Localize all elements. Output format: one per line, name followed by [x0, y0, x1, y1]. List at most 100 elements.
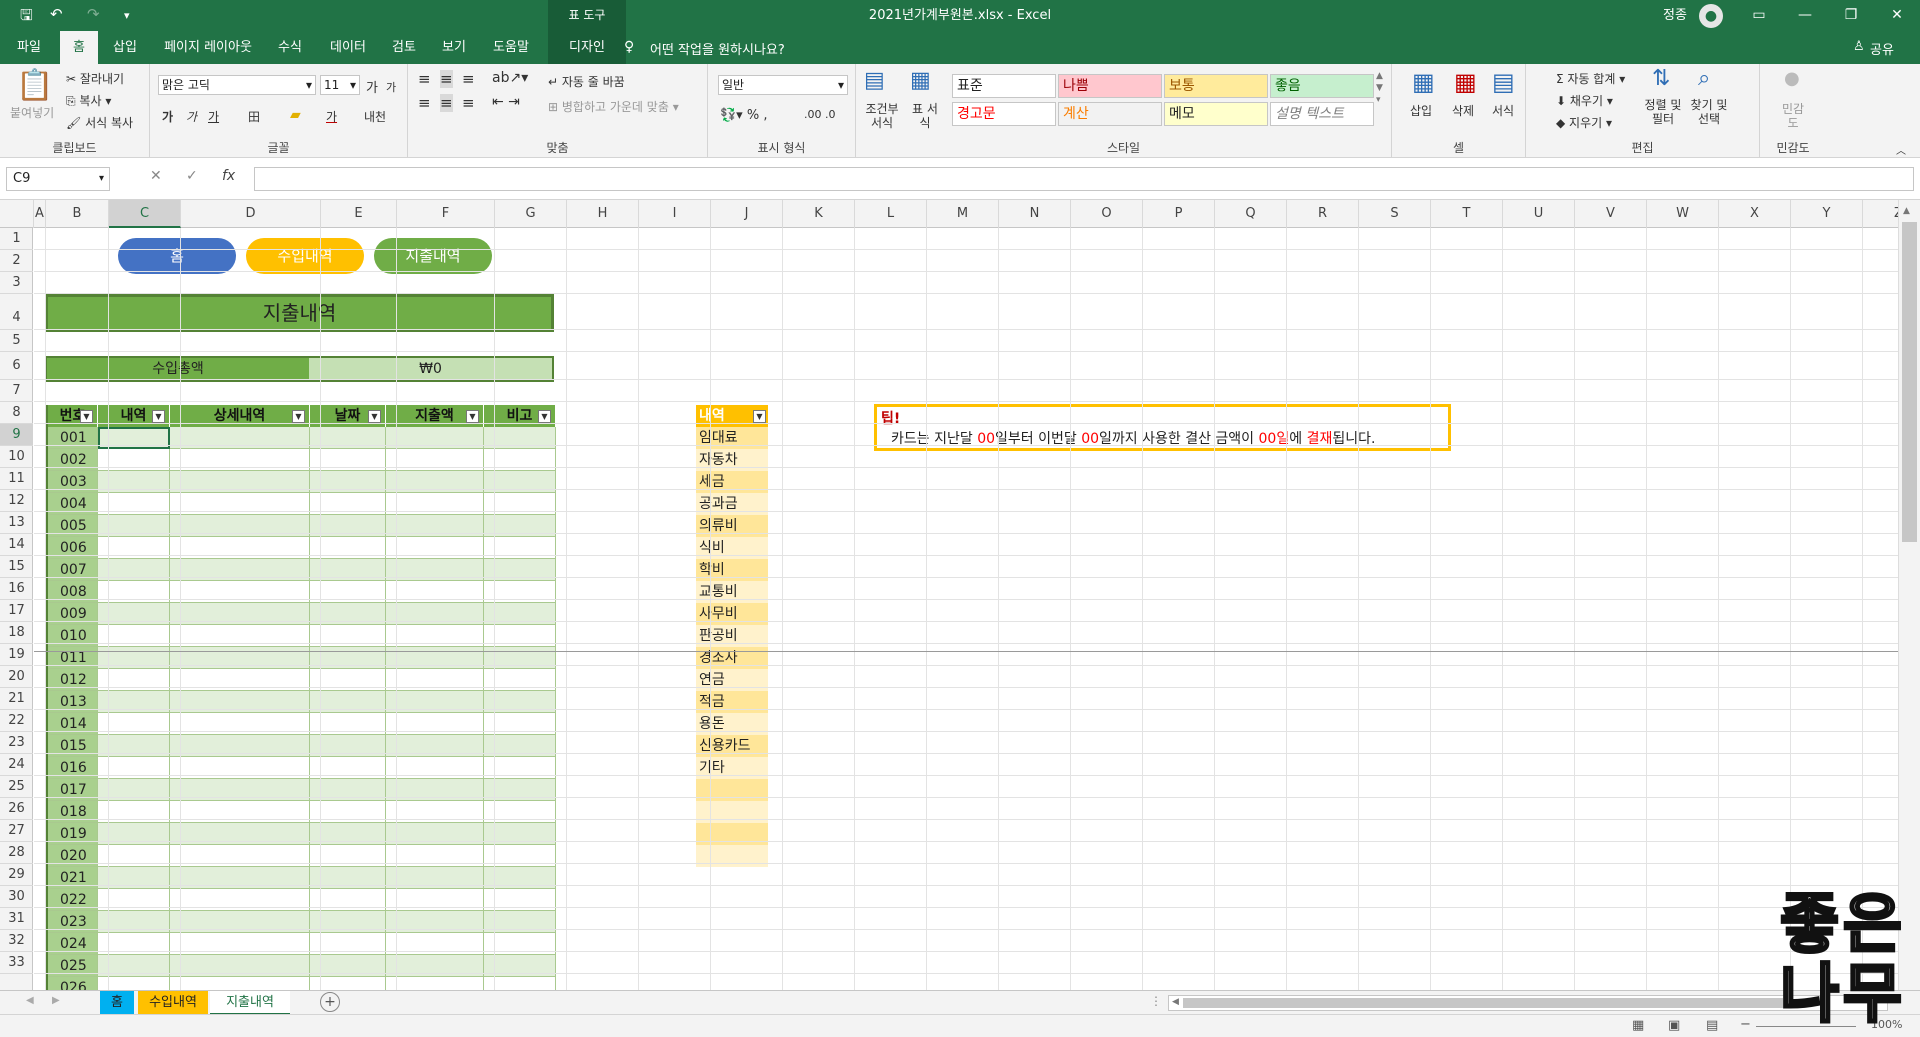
- row-header[interactable]: 8: [0, 402, 33, 424]
- align-right-icon[interactable]: ≡: [462, 94, 475, 112]
- row-header[interactable]: 7: [0, 380, 33, 402]
- row-header[interactable]: 21: [0, 688, 33, 710]
- filter-dropdown-icon[interactable]: ▼: [368, 410, 381, 423]
- row-header[interactable]: 12: [0, 490, 33, 512]
- row-header[interactable]: 23: [0, 732, 33, 754]
- fill-color-icon[interactable]: ▰: [290, 107, 301, 123]
- row-header[interactable]: 3: [0, 272, 33, 294]
- column-header[interactable]: V: [1575, 200, 1647, 228]
- split-handle-icon[interactable]: ⋮: [1150, 994, 1162, 1008]
- gallery-scroll-icon[interactable]: ▲ ▼ ▾: [1376, 70, 1383, 106]
- row-header[interactable]: 5: [0, 330, 33, 352]
- paste-icon[interactable]: 📋: [16, 68, 53, 103]
- italic-button[interactable]: 가: [186, 108, 197, 125]
- tab-view[interactable]: 보기: [434, 31, 474, 64]
- row-header[interactable]: 26: [0, 798, 33, 820]
- row-header[interactable]: 1: [0, 228, 33, 250]
- table-cell[interactable]: [386, 977, 484, 990]
- tab-insert[interactable]: 삽입: [104, 31, 146, 64]
- currency-icon[interactable]: 💱▾ % ,: [720, 108, 767, 123]
- insert-function-icon[interactable]: fx: [222, 168, 235, 184]
- table-cell[interactable]: [170, 977, 310, 990]
- scroll-up-icon[interactable]: ▲: [1903, 206, 1910, 216]
- row-header[interactable]: 16: [0, 578, 33, 600]
- column-header[interactable]: D: [181, 200, 321, 228]
- sort-filter-button[interactable]: 정렬 및 필터: [1642, 98, 1684, 126]
- row-header[interactable]: 15: [0, 556, 33, 578]
- column-header[interactable]: S: [1359, 200, 1431, 228]
- copy-button[interactable]: ⎘ 복사 ▾: [66, 92, 111, 109]
- cell-area[interactable]: 홈 수입내역 지출내역 지출내역 수입총액 ₩0 번호 ▼ 내역 ▼ 상세내역 ▼ 날짜 ▼ 지…: [34, 228, 1898, 990]
- collapse-ribbon-icon[interactable]: ︿: [1896, 142, 1906, 157]
- column-header[interactable]: F: [397, 200, 495, 228]
- row-header[interactable]: 28: [0, 842, 33, 864]
- close-icon[interactable]: ✕: [1874, 0, 1920, 31]
- row-header[interactable]: 13: [0, 512, 33, 534]
- bold-button[interactable]: 가: [162, 108, 173, 125]
- column-header[interactable]: N: [999, 200, 1071, 228]
- decimal-icon[interactable]: .00 .0: [804, 108, 836, 121]
- conditional-format-button[interactable]: 조건부 서식: [864, 102, 900, 130]
- save-icon[interactable]: 🖫: [20, 5, 33, 30]
- column-header[interactable]: O: [1071, 200, 1143, 228]
- column-header[interactable]: Z: [1863, 200, 1898, 228]
- column-header[interactable]: R: [1287, 200, 1359, 228]
- row-header[interactable]: 17: [0, 600, 33, 622]
- home-nav-button[interactable]: 홈: [118, 238, 236, 274]
- column-header[interactable]: B: [46, 200, 109, 228]
- row-header[interactable]: 14: [0, 534, 33, 556]
- expense-nav-button[interactable]: 지출내역: [374, 238, 492, 274]
- next-sheet-icon[interactable]: ▶: [52, 995, 60, 1006]
- column-header[interactable]: Q: [1215, 200, 1287, 228]
- cell-style-swatch[interactable]: 좋음: [1270, 74, 1374, 98]
- column-header[interactable]: W: [1647, 200, 1719, 228]
- insert-cells-button[interactable]: 삽입: [1410, 102, 1432, 119]
- column-header[interactable]: Y: [1791, 200, 1863, 228]
- row-header[interactable]: 22: [0, 710, 33, 732]
- page-layout-icon[interactable]: ▣: [1668, 1018, 1680, 1033]
- row-header[interactable]: 6: [0, 352, 33, 380]
- filter-dropdown-icon[interactable]: ▼: [538, 410, 551, 423]
- avatar[interactable]: ●: [1699, 4, 1723, 28]
- cell-style-swatch[interactable]: 계산: [1058, 102, 1162, 126]
- name-box[interactable]: C9 ▾: [6, 167, 110, 191]
- column-header[interactable]: U: [1503, 200, 1575, 228]
- column-header[interactable]: J: [711, 200, 783, 228]
- sheet-tab[interactable]: 지출내역: [210, 991, 290, 1015]
- sort-filter-icon[interactable]: ⇅: [1652, 66, 1670, 91]
- tab-formulas[interactable]: 수식: [268, 31, 312, 64]
- column-header[interactable]: E: [321, 200, 397, 228]
- table-cell[interactable]: [310, 977, 386, 990]
- vertical-scrollbar[interactable]: ▲: [1898, 200, 1920, 990]
- row-number-cell[interactable]: 026: [48, 977, 98, 990]
- row-header[interactable]: 9: [0, 424, 33, 446]
- table-format-icon[interactable]: ▦: [910, 68, 931, 93]
- prev-sheet-icon[interactable]: ◀: [26, 995, 34, 1006]
- grow-font-button[interactable]: 가: [366, 77, 378, 96]
- table-format-button[interactable]: 표 서식: [910, 102, 940, 130]
- minimize-icon[interactable]: —: [1782, 0, 1828, 31]
- find-select-button[interactable]: 찾기 및 선택: [1688, 98, 1730, 126]
- paste-button[interactable]: 붙여넣기: [10, 104, 54, 121]
- share-button[interactable]: 공유: [1870, 39, 1894, 58]
- cell-style-swatch[interactable]: 보통: [1164, 74, 1268, 98]
- cell-style-swatch[interactable]: 메모: [1164, 102, 1268, 126]
- row-header[interactable]: 18: [0, 622, 33, 644]
- select-all-corner[interactable]: [0, 200, 34, 228]
- row-header[interactable]: 25: [0, 776, 33, 798]
- cell-style-swatch[interactable]: 설명 텍스트: [1270, 102, 1374, 126]
- tab-page-layout[interactable]: 페이지 레이아웃: [156, 31, 260, 64]
- filter-dropdown-icon[interactable]: ▼: [292, 410, 305, 423]
- sheet-tab[interactable]: 홈: [100, 991, 134, 1015]
- row-header[interactable]: 27: [0, 820, 33, 842]
- orientation-icon[interactable]: ab↗▾: [492, 70, 528, 86]
- column-header[interactable]: X: [1719, 200, 1791, 228]
- column-header[interactable]: I: [639, 200, 711, 228]
- clear-button[interactable]: ◆ 지우기 ▾: [1556, 114, 1612, 131]
- number-format-select[interactable]: 일반 ▾: [718, 75, 848, 95]
- normal-view-icon[interactable]: ▦: [1632, 1018, 1644, 1033]
- fill-button[interactable]: ⬇ 채우기 ▾: [1556, 92, 1613, 109]
- search-icon[interactable]: ⌕: [1698, 66, 1710, 91]
- scroll-left-icon[interactable]: ◀: [1172, 997, 1179, 1007]
- align-middle-icon[interactable]: ≡: [440, 70, 453, 88]
